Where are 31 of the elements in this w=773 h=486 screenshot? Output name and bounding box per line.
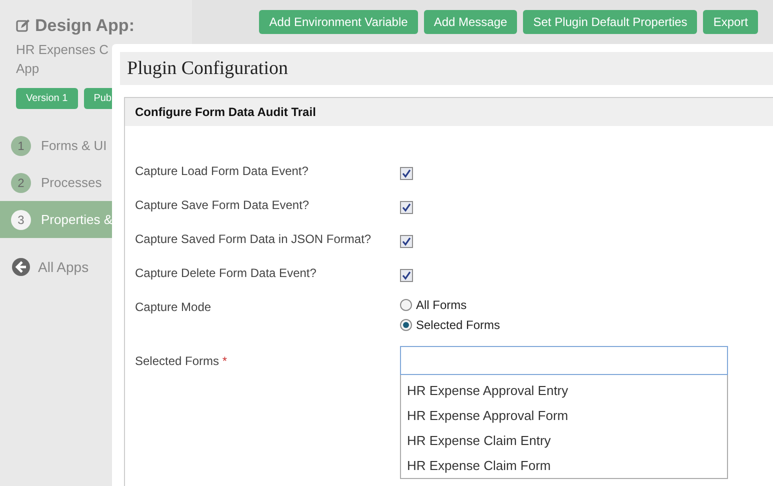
app-name: App: [16, 60, 40, 78]
dropdown-option[interactable]: HR Expense Approval Entry: [401, 378, 727, 403]
version-badge[interactable]: Version 1: [16, 88, 78, 109]
checkbox[interactable]: [400, 167, 413, 180]
field-label: Capture Mode: [135, 300, 212, 314]
dropdown-option[interactable]: HR Expense Claim Entry: [401, 428, 727, 453]
toolbar-button[interactable]: Set Plugin Default Properties: [523, 10, 698, 34]
section-title: Configure Form Data Audit Trail: [125, 98, 773, 126]
dialog-title: Plugin Configuration: [120, 52, 773, 85]
radio-label: Selected Forms: [416, 318, 500, 332]
checkbox[interactable]: [400, 201, 413, 214]
app-title: Design App:: [35, 16, 134, 36]
dropdown-option[interactable]: HR Expense Claim Form: [401, 453, 727, 478]
app-name: HR Expenses C: [16, 41, 108, 59]
field-label: Capture Delete Form Data Event?: [135, 266, 318, 280]
dropdown-option[interactable]: HR Expense Approval Form: [401, 403, 727, 428]
back-arrow-icon: [12, 258, 30, 276]
radio-button[interactable]: [400, 299, 412, 311]
toolbar-button[interactable]: Export: [703, 10, 758, 34]
radio-button[interactable]: [400, 319, 412, 331]
toolbar-button[interactable]: Add Message: [424, 10, 518, 34]
field-label: Selected Forms *: [135, 354, 228, 368]
edit-icon: [16, 19, 30, 33]
radio-label: All Forms: [416, 298, 467, 312]
checkbox[interactable]: [400, 269, 413, 282]
checkbox[interactable]: [400, 235, 413, 248]
toolbar-button[interactable]: Add Environment Variable: [259, 10, 418, 34]
field-label: Capture Load Form Data Event?: [135, 164, 310, 178]
all-apps-link[interactable]: All Apps: [38, 259, 89, 275]
nav-item[interactable]: 1 Forms & UI: [0, 127, 192, 164]
input-field[interactable]: [400, 346, 728, 375]
